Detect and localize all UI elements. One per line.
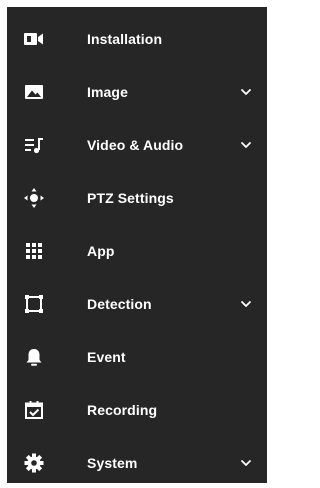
- sidebar-item-app[interactable]: App: [7, 229, 267, 273]
- sidebar-item-system[interactable]: System: [7, 441, 267, 485]
- calendar-check-icon: [21, 397, 47, 423]
- apps-grid-icon: [21, 238, 47, 264]
- sidebar-item-label: Event: [87, 349, 126, 365]
- ptz-move-icon: [21, 185, 47, 211]
- video-camera-icon: [21, 26, 47, 52]
- gear-icon: [21, 450, 47, 476]
- detection-frame-icon: [21, 291, 47, 317]
- sidebar-item-label: PTZ Settings: [87, 190, 174, 206]
- sidebar-item-label: Recording: [87, 402, 158, 418]
- chevron-down-icon[interactable]: [239, 85, 253, 99]
- chevron-down-icon[interactable]: [239, 297, 253, 311]
- sidebar-item-ptz-settings[interactable]: PTZ Settings: [7, 176, 267, 220]
- chevron-down-icon[interactable]: [239, 138, 253, 152]
- sidebar-item-label: Detection: [87, 296, 152, 312]
- image-icon: [21, 79, 47, 105]
- sidebar-item-label: App: [87, 243, 115, 259]
- sidebar-item-label: System: [87, 455, 138, 471]
- sidebar-item-image[interactable]: Image: [7, 70, 267, 114]
- audio-list-icon: [21, 132, 47, 158]
- sidebar-item-video-audio[interactable]: Video & Audio: [7, 123, 267, 167]
- settings-sidebar: Installation Image Video & Audio PTZ Set…: [7, 7, 267, 483]
- sidebar-item-label: Installation: [87, 31, 163, 47]
- bell-icon: [21, 344, 47, 370]
- sidebar-item-detection[interactable]: Detection: [7, 282, 267, 326]
- sidebar-item-label: Video & Audio: [87, 137, 184, 153]
- sidebar-item-event[interactable]: Event: [7, 335, 267, 379]
- sidebar-item-label: Image: [87, 84, 128, 100]
- sidebar-item-installation[interactable]: Installation: [7, 17, 267, 61]
- chevron-down-icon[interactable]: [239, 456, 253, 470]
- sidebar-item-recording[interactable]: Recording: [7, 388, 267, 432]
